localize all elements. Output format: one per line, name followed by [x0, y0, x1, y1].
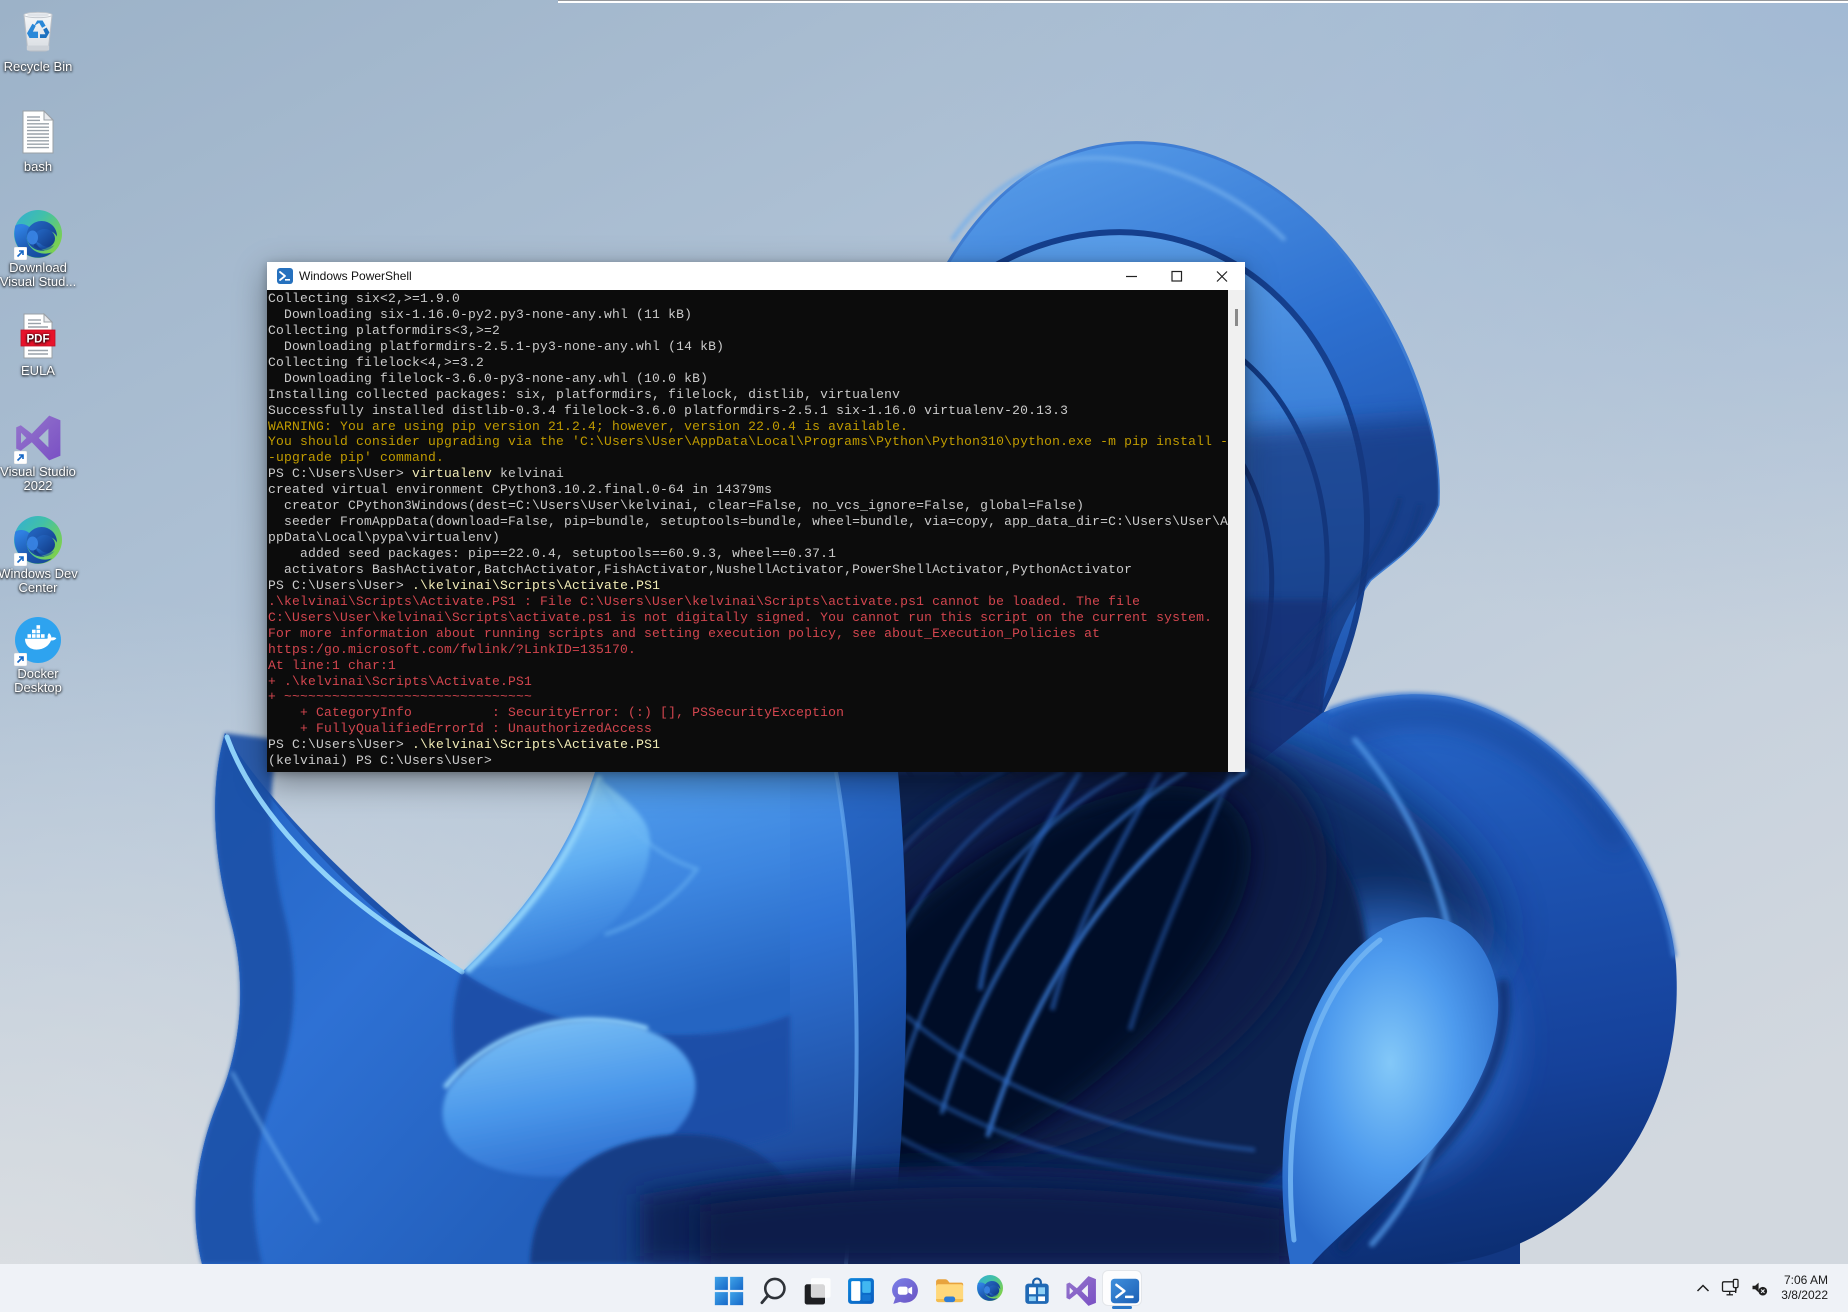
svg-text:PDF: PDF: [27, 334, 50, 346]
